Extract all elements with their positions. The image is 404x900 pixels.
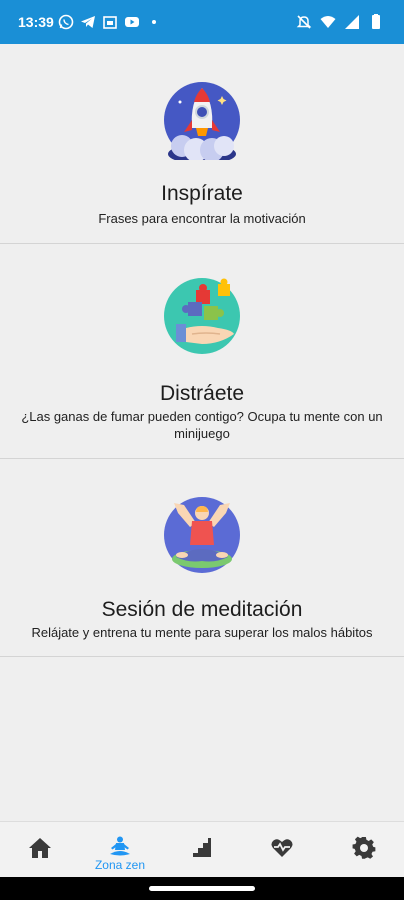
- home-gesture-handle[interactable]: [149, 886, 255, 891]
- home-icon: [29, 838, 51, 858]
- dot-icon: [152, 20, 156, 24]
- system-icons: [296, 14, 384, 30]
- nav-item-home[interactable]: [0, 822, 80, 878]
- heart-pulse-icon: [271, 839, 293, 857]
- youtube-icon: [125, 17, 139, 27]
- stairs-icon: [193, 838, 211, 857]
- notification-icons: [58, 14, 162, 30]
- zen-zone-content: Inspírate Frases para encontrar la motiv…: [0, 44, 404, 821]
- status-time: 13:39: [18, 14, 54, 30]
- meditation-icon: [164, 497, 240, 573]
- distraete-card[interactable]: Distráete ¿Las ganas de fumar pueden con…: [0, 244, 404, 459]
- card-description: Frases para encontrar la motivación: [98, 211, 306, 226]
- puzzle-hand-icon: [164, 278, 240, 354]
- wifi-icon: [320, 16, 336, 28]
- card-title: Sesión de meditación: [101, 598, 303, 621]
- whatsapp-icon: [58, 14, 74, 30]
- nav-item-health[interactable]: [242, 822, 322, 878]
- rocket-icon: [164, 82, 240, 160]
- calendar-icon: [103, 16, 117, 29]
- gear-icon: [352, 836, 376, 859]
- telegram-icon: [81, 16, 95, 28]
- nav-item-zen-zone[interactable]: Zona zen: [80, 822, 160, 878]
- inspirate-card[interactable]: Inspírate Frases para encontrar la motiv…: [0, 44, 404, 244]
- bottom-navigation: Zona zen: [0, 821, 404, 877]
- signal-icon: [345, 15, 359, 29]
- battery-icon: [372, 14, 380, 29]
- status-bar: 13:39: [0, 0, 404, 44]
- nav-item-progress[interactable]: [162, 822, 242, 878]
- nav-item-settings[interactable]: [324, 822, 404, 878]
- card-title: Distráete: [159, 382, 245, 405]
- card-description: ¿Las ganas de fumar pueden contigo? Ocup…: [21, 409, 383, 441]
- gesture-navigation-area: [0, 877, 404, 900]
- meditation-icon: [110, 836, 130, 856]
- card-title: Inspírate: [161, 182, 243, 205]
- nav-label-zen-zone: Zona zen: [94, 858, 146, 872]
- meditation-card[interactable]: Sesión de meditación Relájate y entrena …: [0, 459, 404, 657]
- mute-icon: [296, 15, 312, 29]
- card-description: Relájate y entrena tu mente para superar…: [31, 625, 373, 640]
